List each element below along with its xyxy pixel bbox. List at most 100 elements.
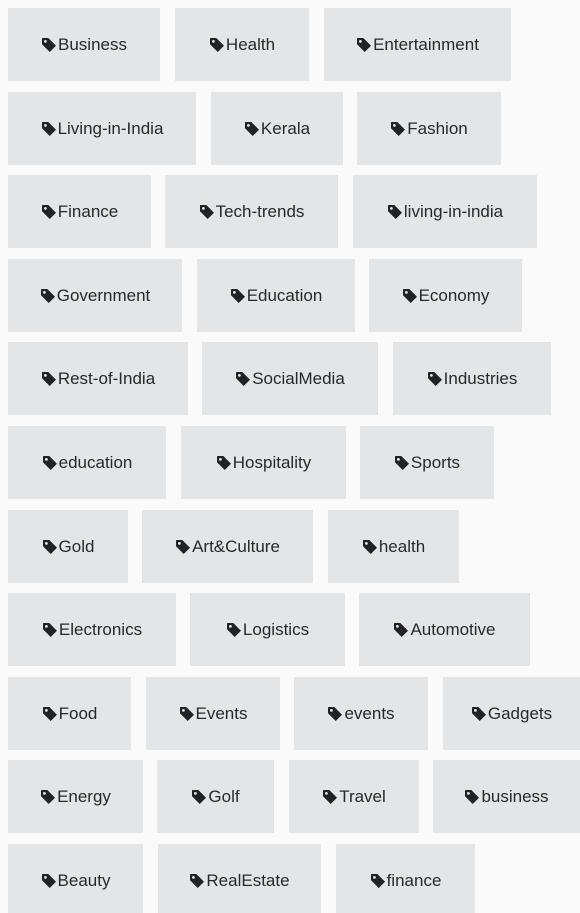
tag-row: Gold Art&Culture health	[0, 510, 580, 583]
tag-link[interactable]: Kerala	[211, 92, 343, 165]
tag-icon	[41, 789, 56, 804]
tag-icon	[394, 622, 409, 637]
tag-link[interactable]: Hospitality	[181, 426, 346, 499]
tag-icon	[427, 371, 442, 386]
tag-link[interactable]: Travel	[289, 760, 419, 833]
tag-link[interactable]: Events	[146, 677, 280, 750]
tag-link[interactable]: RealEstate	[158, 844, 321, 913]
tag-row: Finance Tech-trends living-in-india	[0, 175, 580, 248]
tag-icon	[370, 873, 385, 888]
tag-link[interactable]: Food	[8, 677, 131, 750]
tag-link[interactable]: Automotive	[359, 593, 530, 666]
tag-label: Living-in-India	[57, 118, 164, 138]
tag-icon	[402, 288, 417, 303]
tag-label: Industries	[443, 368, 518, 388]
tag-icon	[41, 204, 56, 219]
tag-label: Gadgets	[487, 703, 553, 723]
tag-icon	[176, 539, 191, 554]
tag-link[interactable]: Logistics	[190, 593, 345, 666]
tag-link[interactable]: Business	[8, 8, 160, 81]
tag-label: Beauty	[57, 870, 111, 890]
tag-row: Business Health Entertainment	[0, 8, 580, 81]
tag-label: Fashion	[407, 118, 468, 138]
tag-icon	[323, 789, 338, 804]
tag-label: Government	[56, 285, 151, 305]
tag-cloud: Business Health Entertainment Living-in-Ind…	[0, 0, 580, 913]
tag-link[interactable]: Gadgets	[443, 677, 580, 750]
tag-icon	[387, 204, 402, 219]
tag-icon	[41, 371, 56, 386]
tag-link[interactable]: Sports	[360, 426, 494, 499]
tag-link[interactable]: Entertainment	[324, 8, 511, 81]
tag-label: living-in-india	[403, 201, 504, 221]
tag-link[interactable]: Economy	[369, 259, 522, 332]
tag-link[interactable]: Finance	[8, 175, 151, 248]
tag-link[interactable]: Education	[197, 259, 355, 332]
tag-link[interactable]: education	[8, 426, 166, 499]
tag-link[interactable]: Tech-trends	[165, 175, 338, 248]
tag-label: Logistics	[242, 619, 310, 639]
tag-link[interactable]: Golf	[157, 760, 274, 833]
tag-label: Tech-trends	[215, 201, 305, 221]
tag-row: Electronics Logistics Automotive	[0, 593, 580, 666]
tag-link[interactable]: living-in-india	[353, 175, 537, 248]
tag-icon	[236, 371, 251, 386]
tag-icon	[394, 455, 409, 470]
tag-link[interactable]: Living-in-India	[8, 92, 196, 165]
tag-label: Sports	[410, 452, 461, 472]
tag-link[interactable]: Electronics	[8, 593, 176, 666]
tag-icon	[192, 789, 207, 804]
tag-link[interactable]: Rest-of-India	[8, 342, 188, 415]
tag-label: Rest-of-India	[57, 368, 156, 388]
tag-label: Gold	[58, 536, 95, 556]
tag-link[interactable]: health	[328, 510, 459, 583]
tag-link[interactable]: Industries	[393, 342, 551, 415]
tag-icon	[179, 706, 194, 721]
tag-label: Health	[225, 34, 276, 54]
tag-row: education Hospitality Sports	[0, 426, 580, 499]
tag-label: Finance	[57, 201, 119, 221]
tag-label: finance	[386, 870, 442, 890]
tag-link[interactable]: Health	[175, 8, 309, 81]
tag-icon	[42, 37, 56, 52]
tag-icon	[209, 37, 224, 52]
tag-icon	[362, 539, 377, 554]
tag-label: Art&Culture	[192, 536, 280, 556]
tag-icon	[230, 288, 245, 303]
tag-row: Rest-of-India SocialMedia Industries	[0, 342, 580, 415]
tag-row: Government Education Economy	[0, 259, 580, 332]
tag-icon	[190, 873, 205, 888]
tag-link[interactable]: events	[294, 677, 428, 750]
tag-icon	[42, 706, 57, 721]
tag-label: Events	[195, 703, 248, 723]
tag-icon	[42, 455, 57, 470]
tag-icon	[42, 539, 57, 554]
tag-icon	[216, 455, 231, 470]
tag-link[interactable]: SocialMedia	[202, 342, 378, 415]
tag-label: Food	[58, 703, 98, 723]
tag-link[interactable]: business	[433, 760, 580, 833]
tag-link[interactable]: Energy	[8, 760, 143, 833]
tag-icon	[41, 873, 56, 888]
tag-link[interactable]: Art&Culture	[142, 510, 313, 583]
tag-label: education	[58, 452, 133, 472]
tag-icon	[471, 706, 486, 721]
tag-label: Electronics	[58, 619, 143, 639]
tag-label: Golf	[208, 786, 240, 806]
tag-row: Energy Golf Travel business	[0, 760, 580, 833]
tag-link[interactable]: Gold	[8, 510, 128, 583]
tag-label: health	[378, 536, 426, 556]
tag-row: Beauty RealEstate finance	[0, 844, 580, 913]
tag-link[interactable]: Fashion	[357, 92, 501, 165]
tag-label: Hospitality	[232, 452, 312, 472]
tag-link[interactable]: Beauty	[8, 844, 143, 913]
tag-icon	[40, 288, 55, 303]
tag-icon	[41, 121, 56, 136]
tag-link[interactable]: finance	[336, 844, 475, 913]
tag-row: Food Events events Gadgets	[0, 677, 580, 750]
tag-row: Living-in-India Kerala Fashion	[0, 92, 580, 165]
tag-icon	[226, 622, 241, 637]
tag-label: SocialMedia	[252, 368, 345, 388]
tag-link[interactable]: Government	[8, 259, 182, 332]
tag-label: Automotive	[410, 619, 496, 639]
